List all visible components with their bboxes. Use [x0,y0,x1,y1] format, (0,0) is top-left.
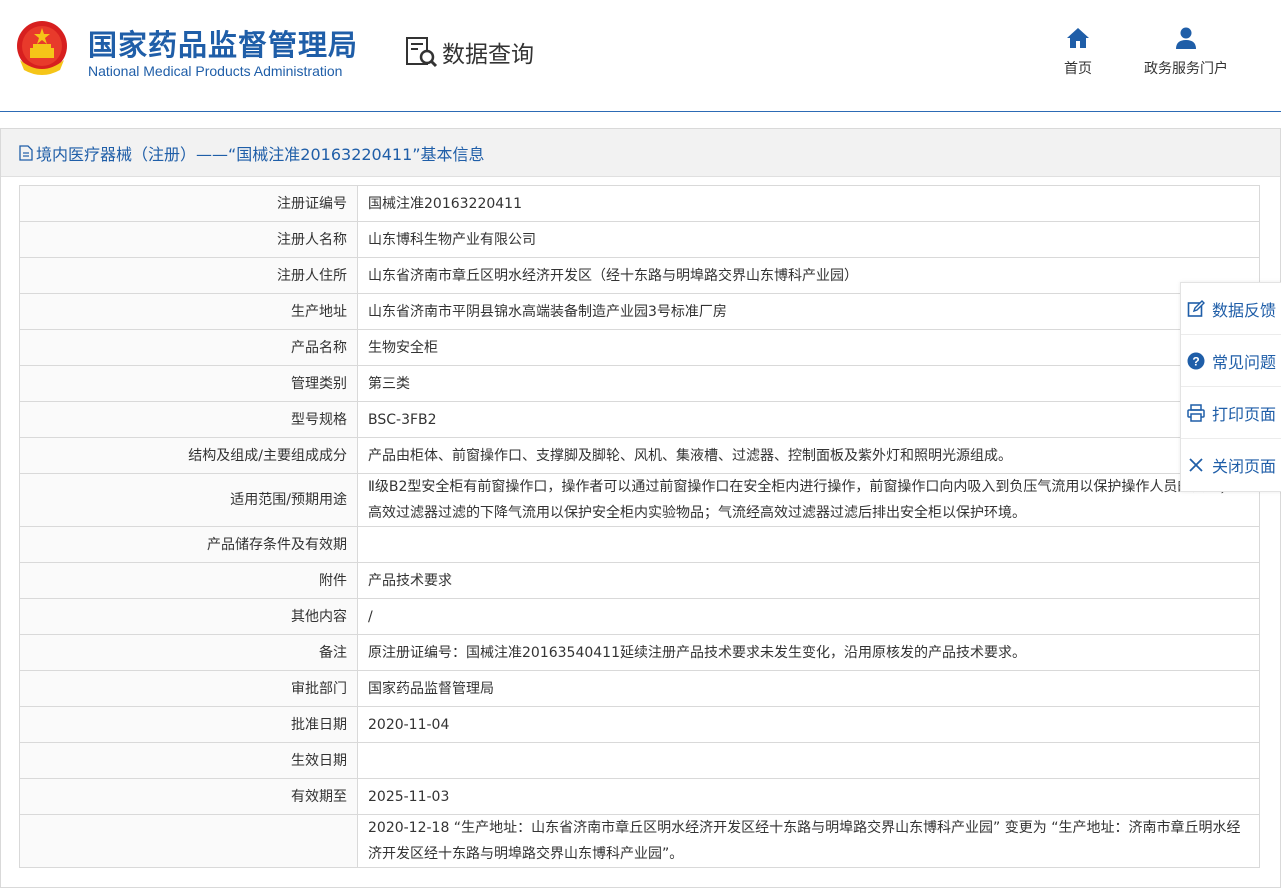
field-value: BSC-3FB2 [357,401,1260,438]
table-row: 注册证编号 国械注准20163220411 [19,185,1260,222]
field-label: 产品储存条件及有效期 [19,526,358,563]
panel-title: 境内医疗器械（注册）——“国械注准20163220411”基本信息 [1,129,1280,177]
data-query-label: 数据查询 [442,42,534,68]
close-page-button[interactable]: 关闭页面 [1181,439,1281,491]
field-label: 生产地址 [19,293,358,330]
table-row: 产品名称 生物安全柜 [19,329,1260,366]
panel-title-text: 境内医疗器械（注册）——“国械注准20163220411”基本信息 [36,144,485,164]
detail-panel: 境内医疗器械（注册）——“国械注准20163220411”基本信息 注册证编号国… [0,128,1281,888]
table-row: 附件 产品技术要求 [19,562,1260,599]
table-row: 审批部门 国家药品监督管理局 [19,670,1260,707]
field-label: 备注 [19,634,358,671]
table-row: 备注 原注册证编号：国械注准20163540411延续注册产品技术要求未发生变化，… [19,634,1260,671]
home-icon [1067,28,1089,48]
field-value: 山东博科生物产业有限公司 [357,221,1260,258]
field-label [19,814,358,868]
info-table: 注册证编号 国械注准20163220411 注册人名称 山东博科生物产业有限公司 注册人… [19,185,1260,868]
print-icon [1187,403,1205,422]
table-row: 生产地址 山东省济南市平阴县锦水高端装备制造产业园3号标准厂房 [19,293,1260,330]
field-value: 原注册证编号：国械注准20163540411延续注册产品技术要求未发生变化，沿用… [357,634,1260,671]
table-row: 管理类别 第三类 [19,365,1260,402]
field-value: 山东省济南市平阴县锦水高端装备制造产业园3号标准厂房 [357,293,1260,330]
field-value: 国械注准20163220411 [357,185,1260,222]
table-row: 注册人住所 山东省济南市章丘区明水经济开发区（经十东路与明埠路交界山东博科产业园） [19,257,1260,294]
field-value: 2025-11-03 [357,778,1260,815]
field-value: 产品由柜体、前窗操作口、支撑脚及脚轮、风机、集液槽、过滤器、控制面板及紫外灯和照… [357,437,1260,474]
table-row: 2020-12-18 “生产地址：山东省济南市章丘区明水经济开发区经十东路与明埠… [19,814,1260,868]
field-value: 第三类 [357,365,1260,402]
feedback-button[interactable]: 数据反馈 [1181,283,1281,335]
table-row: 适用范围/预期用途 Ⅱ级B2型安全柜有前窗操作口，操作者可以通过前窗操作口在安全柜… [19,473,1260,527]
table-row: 结构及组成/主要组成成分 产品由柜体、前窗操作口、支撑脚及脚轮、风机、集液槽、过滤… [19,437,1260,474]
org-name-cn: 国家药品监督管理局 [88,28,359,62]
question-icon: ? [1187,352,1205,369]
field-label: 批准日期 [19,706,358,743]
print-button[interactable]: 打印页面 [1181,387,1281,439]
field-label: 注册人名称 [19,221,358,258]
field-value: / [357,598,1260,635]
field-value: 国家药品监督管理局 [357,670,1260,707]
field-value: 产品技术要求 [357,562,1260,599]
national-emblem-icon [17,21,67,75]
field-label: 生效日期 [19,742,358,779]
nav-service-portal[interactable]: 政务服务门户 [1144,26,1228,78]
table-row: 型号规格 BSC-3FB2 [19,401,1260,438]
document-icon [19,144,33,161]
field-label: 适用范围/预期用途 [19,473,358,527]
field-label: 附件 [19,562,358,599]
field-label: 有效期至 [19,778,358,815]
field-value [357,526,1260,563]
field-value: Ⅱ级B2型安全柜有前窗操作口，操作者可以通过前窗操作口在安全柜内进行操作，前窗操… [357,473,1260,527]
print-label: 打印页面 [1212,404,1277,424]
field-value: 2020-12-18 “生产地址：山东省济南市章丘区明水经济开发区经十东路与明埠… [357,814,1260,868]
field-label: 注册证编号 [19,185,358,222]
field-label: 产品名称 [19,329,358,366]
field-label: 审批部门 [19,670,358,707]
field-label: 型号规格 [19,401,358,438]
org-name-en: National Medical Products Administration [88,63,343,79]
table-row: 批准日期 2020-11-04 [19,706,1260,743]
faq-label: 常见问题 [1212,352,1277,372]
faq-button[interactable]: ? 常见问题 [1181,335,1281,387]
nav-home-label: 首页 [1064,61,1092,77]
table-row: 生效日期 [19,742,1260,779]
field-label: 其他内容 [19,598,358,635]
table-row: 有效期至 2025-11-03 [19,778,1260,815]
field-value: 2020-11-04 [357,706,1260,743]
document-search-icon [406,37,438,68]
edit-icon [1187,299,1205,317]
user-icon [1176,27,1196,49]
nav-service-portal-label: 政务服务门户 [1144,61,1228,77]
data-query-title: 数据查询 [404,34,534,70]
header: 国家药品监督管理局 National Medical Products Admi… [0,0,1281,112]
svg-text:?: ? [1192,354,1199,368]
feedback-label: 数据反馈 [1212,300,1277,320]
field-value: 生物安全柜 [357,329,1260,366]
close-page-label: 关闭页面 [1212,457,1277,476]
nav-home[interactable]: 首页 [1064,26,1092,78]
field-value: 山东省济南市章丘区明水经济开发区（经十东路与明埠路交界山东博科产业园） [357,257,1260,294]
field-label: 注册人住所 [19,257,358,294]
field-label: 管理类别 [19,365,358,402]
field-value [357,742,1260,779]
field-label: 结构及组成/主要组成成分 [19,437,358,474]
close-icon [1189,458,1203,472]
side-toolbar: 数据反馈 ? 常见问题 打印页面 关闭页面 [1180,282,1281,492]
table-row: 注册人名称 山东博科生物产业有限公司 [19,221,1260,258]
table-row: 产品储存条件及有效期 [19,526,1260,563]
table-row: 其他内容 / [19,598,1260,635]
